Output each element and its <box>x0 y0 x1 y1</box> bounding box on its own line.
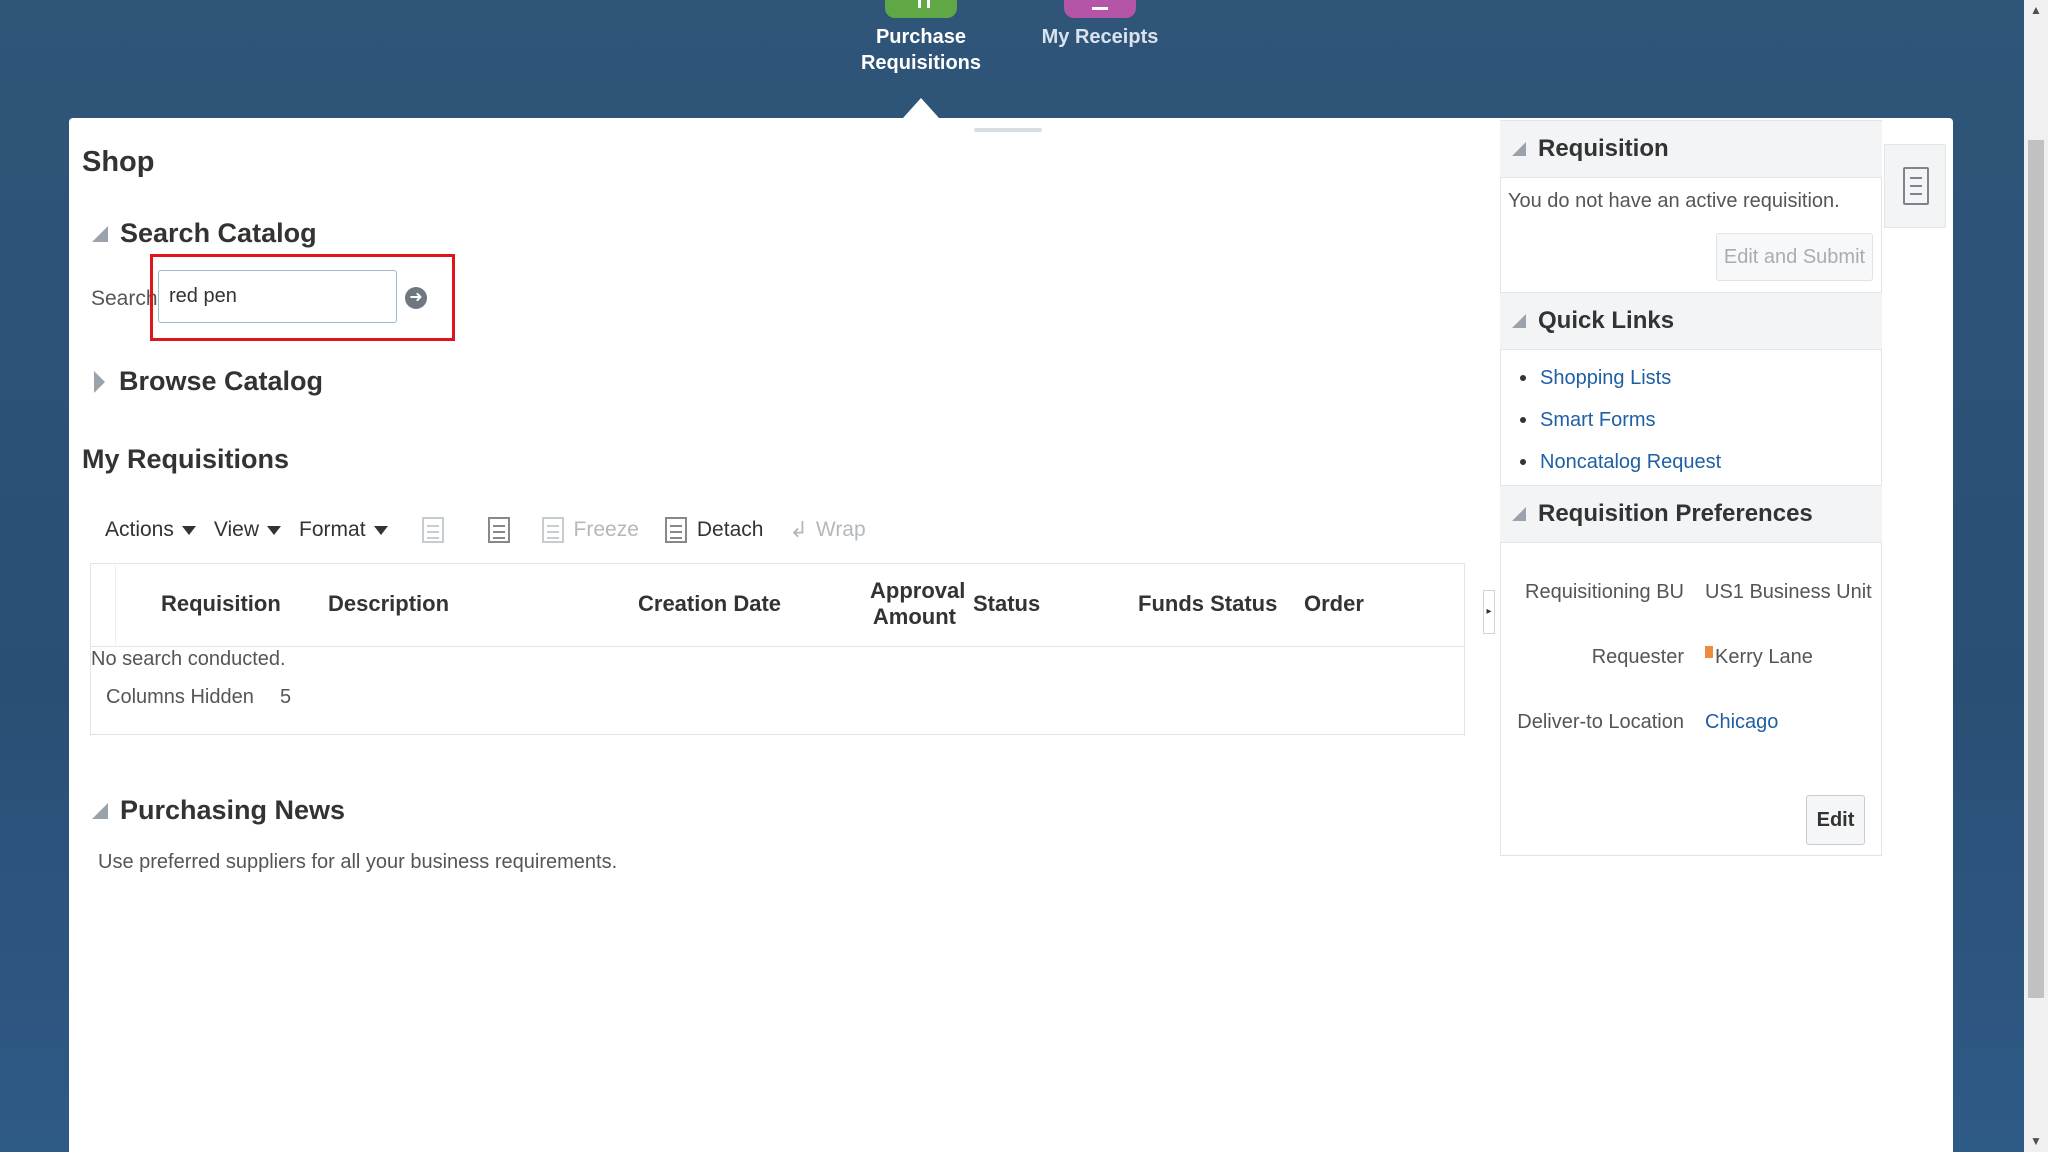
scrollbar-thumb[interactable] <box>2028 140 2044 998</box>
purchasing-news-title: Purchasing News <box>120 795 346 825</box>
freeze-label: Freeze <box>573 518 639 541</box>
collapse-triangle-icon <box>1512 142 1526 156</box>
table-header-divider <box>90 646 1465 647</box>
quick-link-noncatalog-request[interactable]: Noncatalog Request <box>1520 441 1721 483</box>
search-catalog-header[interactable]: Search Catalog <box>92 218 317 249</box>
requester-label: Requester <box>1591 646 1684 668</box>
columns-hidden-label: Columns Hidden <box>106 686 254 708</box>
col-header-status[interactable]: Status <box>973 591 1040 617</box>
freeze-button[interactable]: Freeze <box>541 517 639 543</box>
purchase-requisitions-icon <box>885 0 957 18</box>
side-drawer-tab[interactable] <box>1884 144 1946 228</box>
col-header-requisition[interactable]: Requisition <box>161 591 281 617</box>
edit-preferences-button[interactable]: Edit <box>1806 795 1865 845</box>
collapse-triangle-icon <box>1512 314 1526 328</box>
browse-catalog-header[interactable]: Browse Catalog <box>94 366 323 397</box>
requisition-panel-title: Requisition <box>1538 135 1669 162</box>
no-active-requisition-message: You do not have an active requisition. <box>1508 190 1840 212</box>
page-title: Shop <box>82 146 155 178</box>
col-header-approval-amount[interactable]: Approval Amount <box>870 578 966 630</box>
search-catalog-title: Search Catalog <box>120 218 317 248</box>
requisition-panel-header[interactable]: Requisition <box>1500 120 1882 178</box>
requisitions-toolbar: Actions View Format Freeze Detach ↲ Wrap <box>105 515 884 545</box>
browse-catalog-title: Browse Catalog <box>119 366 324 396</box>
freeze-icon <box>541 517 564 543</box>
wrap-label: Wrap <box>815 518 866 541</box>
presence-flag-icon <box>1705 646 1713 658</box>
table-select-column <box>115 565 116 645</box>
document-list-icon <box>1903 167 1929 205</box>
col-header-description[interactable]: Description <box>328 591 449 617</box>
quick-links-header[interactable]: Quick Links <box>1500 292 1882 350</box>
view-menu-label: View <box>213 518 260 541</box>
purchasing-news-header[interactable]: Purchasing News <box>92 795 345 826</box>
nav-purchase-requisitions-label-1: Purchase <box>875 26 967 48</box>
search-input[interactable] <box>158 270 397 323</box>
nav-my-receipts[interactable]: My Receipts <box>1030 0 1170 50</box>
detach-button[interactable]: Detach <box>664 517 764 543</box>
detach-label: Detach <box>696 518 764 541</box>
scroll-down-arrow-icon[interactable]: ▼ <box>2028 1133 2044 1149</box>
requisition-preferences-header[interactable]: Requisition Preferences <box>1500 485 1882 543</box>
nav-my-receipts-label: My Receipts <box>1041 26 1159 48</box>
view-menu[interactable]: View <box>213 518 282 542</box>
my-receipts-icon <box>1064 0 1136 18</box>
format-menu[interactable]: Format <box>299 518 388 542</box>
search-go-arrow-icon[interactable]: ➜ <box>405 287 427 309</box>
collapse-triangle-icon <box>92 225 108 242</box>
chevron-down-icon <box>373 525 388 535</box>
active-nav-pointer <box>903 98 939 118</box>
my-requisitions-title: My Requisitions <box>82 444 290 474</box>
expand-triangle-icon <box>94 370 105 393</box>
col-header-funds-status[interactable]: Funds Status <box>1138 591 1277 617</box>
deliver-to-location-label: Deliver-to Location <box>1517 711 1684 733</box>
format-menu-label: Format <box>299 518 366 541</box>
scroll-up-arrow-icon[interactable]: ▲ <box>2028 2 2044 18</box>
actions-menu[interactable]: Actions <box>105 518 196 542</box>
export-button[interactable] <box>421 517 454 543</box>
table-bottom-divider <box>90 734 1465 735</box>
requester-value[interactable]: Kerry Lane <box>1705 646 1813 669</box>
col-header-approval-amount-line2: Amount <box>872 604 956 629</box>
wrap-icon: ↲ <box>789 517 808 542</box>
quick-links-title: Quick Links <box>1538 307 1675 334</box>
actions-menu-label: Actions <box>105 518 174 541</box>
detach-icon <box>664 517 687 543</box>
deliver-to-location-value: Chicago <box>1705 711 1779 733</box>
quick-links-list: Shopping Lists Smart Forms Noncatalog Re… <box>1520 357 1721 483</box>
filter-icon <box>487 517 510 543</box>
search-label: Search <box>91 287 158 310</box>
nav-purchase-requisitions[interactable]: Purchase Requisitions <box>855 0 987 76</box>
requisition-preferences-title: Requisition Preferences <box>1538 500 1813 527</box>
chevron-down-icon <box>267 525 282 535</box>
panel-drag-handle[interactable] <box>974 128 1042 132</box>
export-icon <box>421 517 444 543</box>
collapse-triangle-icon <box>92 802 108 819</box>
requisitions-table <box>90 563 1465 736</box>
purchasing-news-text: Use preferred suppliers for all your bus… <box>98 851 618 873</box>
collapse-triangle-icon <box>1512 507 1526 521</box>
requester-name: Kerry Lane <box>1715 646 1813 668</box>
col-header-approval-amount-line1: Approval <box>870 578 966 603</box>
col-header-creation-date[interactable]: Creation Date <box>638 591 781 617</box>
requisitioning-bu-value: US1 Business Unit <box>1705 581 1872 603</box>
chevron-down-icon <box>181 525 196 535</box>
edit-and-submit-button[interactable]: Edit and Submit <box>1716 233 1873 281</box>
wrap-button[interactable]: ↲ Wrap <box>789 517 865 543</box>
requisitioning-bu-label: Requisitioning BU <box>1525 581 1684 603</box>
nav-purchase-requisitions-label-2: Requisitions <box>860 52 981 74</box>
empty-table-message: No search conducted. <box>91 648 286 670</box>
quick-link-smart-forms[interactable]: Smart Forms <box>1520 399 1721 441</box>
quick-link-shopping-lists[interactable]: Shopping Lists <box>1520 357 1721 399</box>
col-header-order[interactable]: Order <box>1304 591 1364 617</box>
query-by-example-button[interactable] <box>487 517 520 543</box>
columns-hidden-count: 5 <box>280 686 292 708</box>
